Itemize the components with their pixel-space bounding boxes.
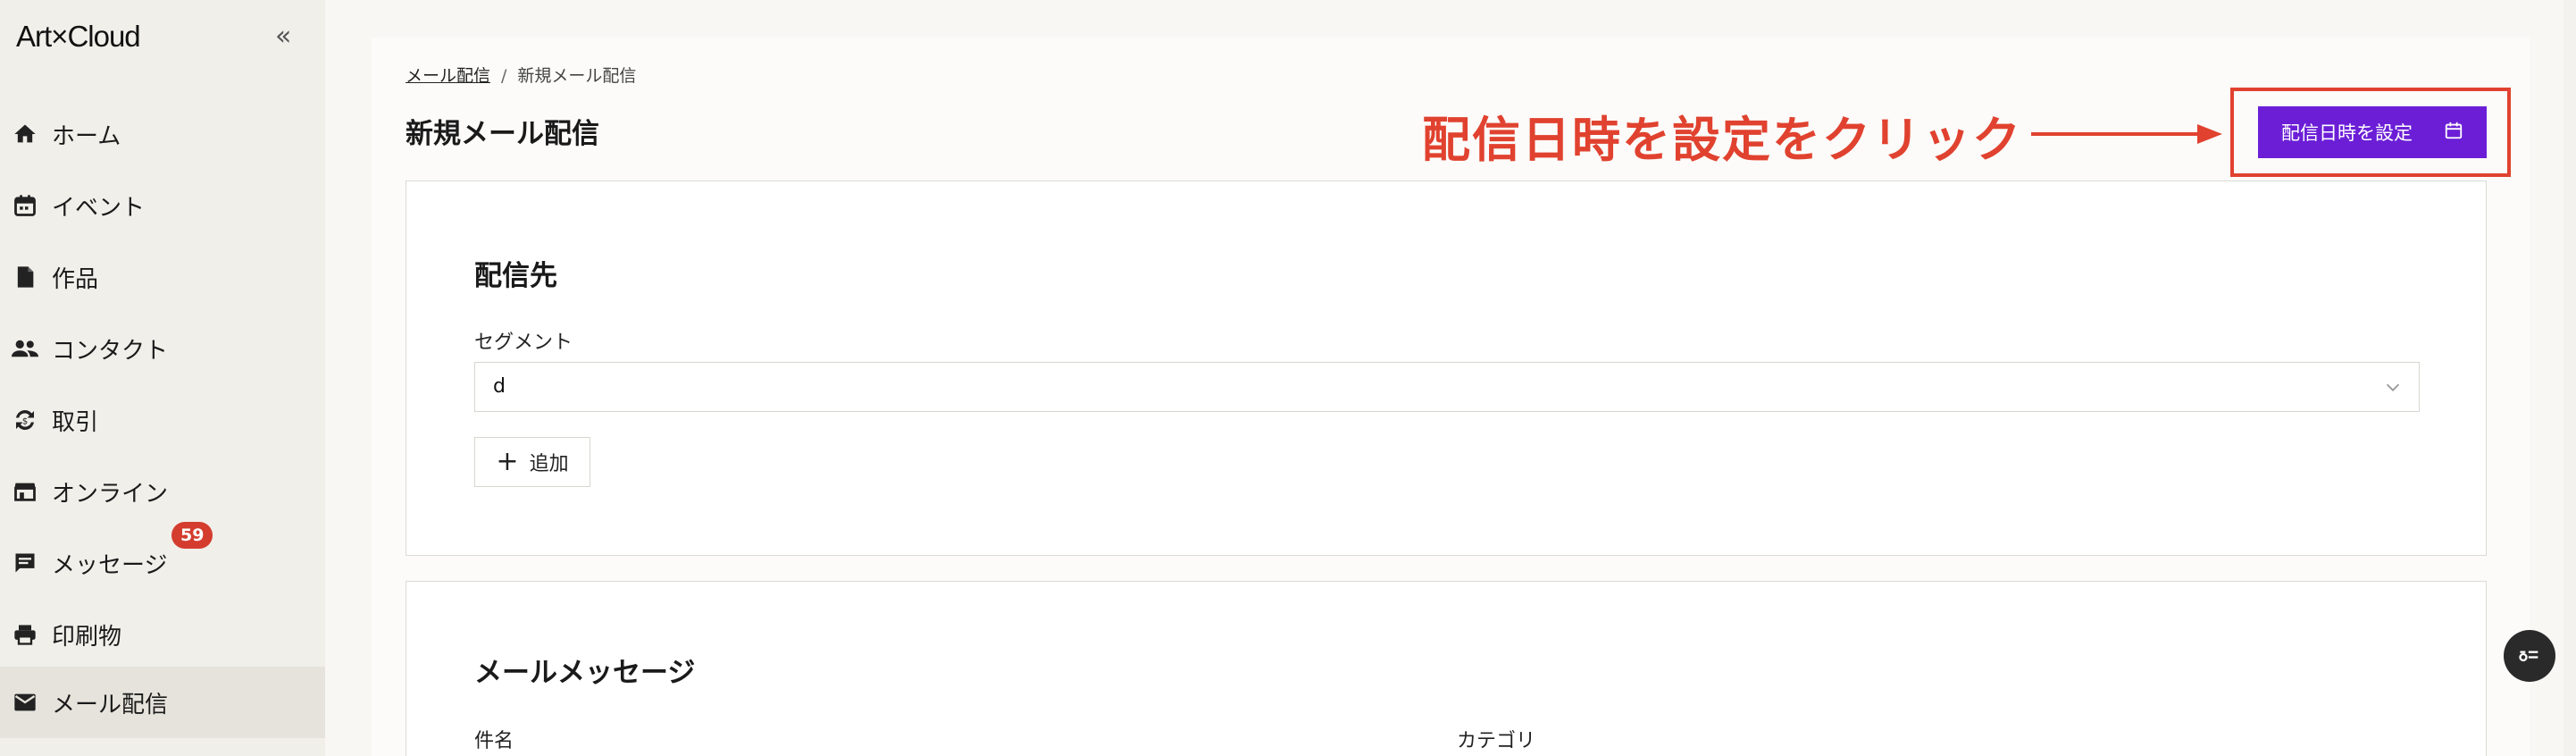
document-icon	[11, 263, 39, 291]
segment-select-value: d	[493, 375, 506, 398]
sidebar-item-artworks[interactable]: 作品	[0, 241, 325, 313]
sidebar-item-label: コンタクト	[52, 337, 169, 365]
category-label: カテゴリ	[1457, 730, 1536, 752]
sidebar-item-online[interactable]: オンライン	[0, 456, 325, 527]
breadcrumb-current: 新規メール配信	[517, 66, 637, 86]
checklist-icon	[2517, 642, 2542, 670]
sidebar-item-contacts[interactable]: コンタクト	[0, 313, 325, 384]
sidebar-item-label: 取引	[52, 408, 99, 436]
sidebar-item-label: メッセージ	[52, 551, 168, 579]
message-icon	[11, 549, 39, 577]
sidebar-item-home[interactable]: ホーム	[0, 98, 325, 170]
sidebar-item-label: ホーム	[52, 122, 121, 150]
help-fab-button[interactable]	[2504, 630, 2555, 682]
subject-label: 件名	[474, 730, 514, 752]
set-schedule-button[interactable]: 配信日時を設定	[2258, 106, 2487, 158]
sidebar-item-label: オンライン	[52, 480, 169, 508]
page-title: 新規メール配信	[406, 118, 599, 150]
collapse-sidebar-icon[interactable]: «	[275, 23, 291, 50]
add-segment-label: 追加	[529, 453, 569, 475]
annotation-arrow-icon	[2031, 124, 2222, 144]
annotation-instruction: 配信日時を設定をクリック	[1422, 112, 2022, 168]
storefront-icon	[11, 477, 39, 506]
sidebar-item-label: 作品	[52, 265, 99, 293]
recipient-card: 配信先 セグメント d + 追加	[406, 181, 2487, 556]
sidebar-item-messages[interactable]: メッセージ 59	[0, 522, 325, 599]
home-icon	[11, 120, 39, 148]
recipient-section-title: 配信先	[474, 260, 557, 292]
calendar-icon	[2444, 121, 2463, 145]
plus-icon: +	[496, 446, 519, 477]
sidebar-item-events[interactable]: イベント	[0, 170, 325, 241]
breadcrumb-link-mail-delivery[interactable]: メール配信	[406, 66, 490, 86]
app-logo[interactable]: Art×Cloud	[16, 20, 141, 54]
set-schedule-label: 配信日時を設定	[2281, 122, 2413, 144]
sidebar-item-label: 印刷物	[52, 623, 122, 651]
add-segment-button[interactable]: + 追加	[474, 437, 590, 487]
mail-icon	[11, 688, 39, 717]
sidebar-item-label: イベント	[52, 194, 146, 222]
exchange-icon: $	[11, 406, 39, 434]
sidebar-item-label: メール配信	[52, 691, 169, 718]
sidebar-item-mail-delivery[interactable]: メール配信	[0, 667, 325, 738]
mail-message-section-title: メールメッセージ	[474, 657, 696, 689]
chevron-down-icon	[2383, 377, 2403, 400]
page-scrollbar[interactable]	[2563, 0, 2576, 756]
breadcrumb-separator: /	[501, 66, 507, 86]
calendar-icon	[11, 191, 39, 220]
sidebar-item-deals[interactable]: $ 取引	[0, 384, 325, 456]
unread-count-badge: 59	[171, 522, 213, 549]
mail-message-card: メールメッセージ 件名 カテゴリ	[406, 581, 2487, 756]
segment-label: セグメント	[474, 332, 573, 354]
people-icon	[11, 334, 39, 363]
svg-text:$: $	[22, 416, 28, 426]
printer-icon	[11, 620, 39, 649]
breadcrumb: メール配信 / 新規メール配信	[406, 63, 636, 87]
sidebar-item-prints[interactable]: 印刷物	[0, 599, 325, 670]
sidebar: Art×Cloud « ホーム イベント 作品 コンタクト $ 取引 オンライン…	[0, 0, 325, 756]
segment-select[interactable]: d	[474, 362, 2420, 412]
